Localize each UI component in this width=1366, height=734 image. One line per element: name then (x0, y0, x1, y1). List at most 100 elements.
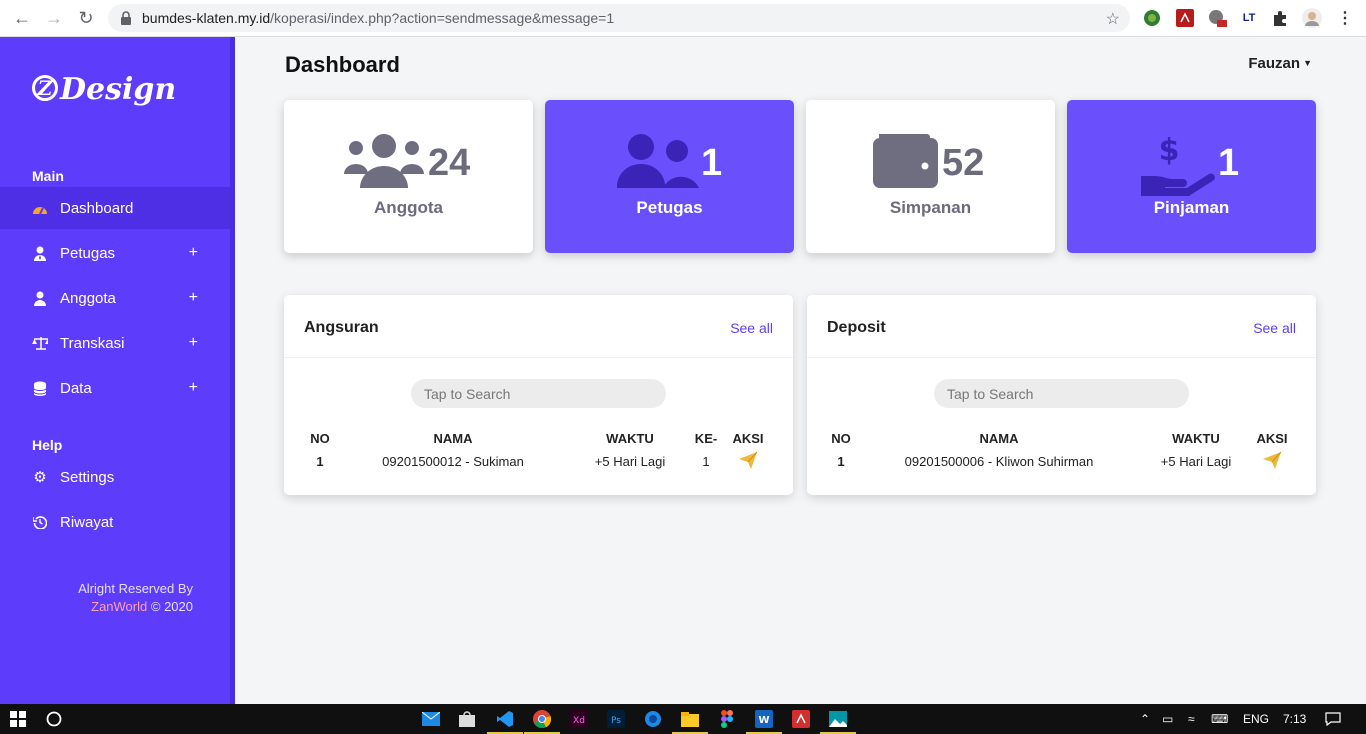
browser-toolbar: ← → ↻ bumdes-klaten.my.id/koperasi/index… (0, 0, 1366, 37)
reload-icon[interactable]: ↻ (70, 2, 102, 34)
column-header: NAMA (979, 431, 1019, 446)
extensions-puzzle-icon[interactable] (1270, 8, 1290, 28)
users-icon (344, 134, 424, 188)
hand-dollar-icon: $ (1141, 133, 1215, 196)
sidebar-item-anggota[interactable]: Anggota + (0, 277, 230, 319)
footer-year: © 2020 (150, 599, 193, 614)
expand-icon[interactable]: + (189, 244, 198, 262)
logo[interactable]: Z Design (32, 72, 176, 107)
expand-icon[interactable]: + (189, 334, 198, 352)
divider (807, 357, 1316, 358)
table-cell-no: 1 (837, 454, 845, 469)
mail-app-icon[interactable] (421, 709, 441, 729)
table-cell-waktu: +5 Hari Lagi (1160, 454, 1232, 469)
photoshop-app-icon[interactable]: Ps (606, 709, 626, 729)
history-icon (32, 514, 48, 530)
stat-label: Pinjaman (1153, 198, 1230, 217)
wifi-icon[interactable]: ≈ (1188, 712, 1195, 726)
column-header: NO (310, 431, 330, 446)
stat-label: Anggota (374, 198, 443, 217)
sidebar-item-label: Petugas (60, 244, 116, 262)
dashboard-icon (32, 200, 48, 216)
section-title-main: Main (32, 168, 64, 184)
sidebar-item-label: Anggota (60, 289, 116, 307)
deposit-panel: Deposit See all NO NAMA WAKTU AKSI 1 092… (807, 295, 1316, 495)
gear-icon: ⚙ (33, 469, 47, 486)
chrome-app-icon[interactable] (532, 709, 552, 729)
windows-start-icon[interactable] (8, 709, 28, 729)
photos-app-icon[interactable] (828, 709, 848, 729)
user-icon (32, 290, 48, 306)
sidebar-item-settings[interactable]: ⚙ Settings (0, 456, 230, 498)
sidebar-item-label: Dashboard (60, 199, 134, 217)
stat-card-pinjaman[interactable]: $ 1 Pinjaman (1067, 100, 1316, 253)
sidebar-footer: Alright Reserved By ZanWorld © 2020 (78, 580, 193, 616)
user-menu[interactable]: Fauzan ▼ (1248, 55, 1312, 72)
file-explorer-app-icon[interactable] (680, 709, 700, 729)
divider (284, 357, 793, 358)
table-cell-nama: 09201500012 - Sukiman (382, 454, 524, 469)
menu-dots-icon[interactable]: ⋮ (1335, 8, 1355, 28)
send-paper-plane-icon[interactable] (1263, 452, 1281, 469)
address-bar[interactable]: bumdes-klaten.my.id/koperasi/index.php?a… (108, 4, 1130, 32)
database-icon (32, 380, 48, 396)
see-all-link[interactable]: See all (730, 320, 773, 336)
sidebar-item-transkasi[interactable]: Transkasi + (0, 322, 230, 364)
notification-icon[interactable] (1325, 712, 1341, 729)
language-indicator[interactable]: ENG (1243, 712, 1269, 726)
extension-pdf-icon[interactable] (1175, 8, 1195, 28)
bookmark-star-icon[interactable]: ☆ (1106, 9, 1120, 29)
stat-value: 1 (701, 142, 723, 184)
cortana-search-icon[interactable] (44, 709, 64, 729)
acrobat-app-icon[interactable] (791, 709, 811, 729)
stat-value: 52 (942, 142, 985, 184)
store-app-icon[interactable] (457, 709, 477, 729)
url-text: bumdes-klaten.my.id/koperasi/index.php?a… (142, 10, 615, 26)
column-header: AKSI (1256, 431, 1288, 446)
footer-brand-link[interactable]: ZanWorld (91, 599, 147, 614)
wallet-icon (873, 134, 938, 188)
column-header: WAKTU (606, 431, 654, 446)
keyboard-icon[interactable]: ⌨ (1211, 712, 1228, 726)
tray-chevron-up-icon[interactable]: ⌃ (1140, 712, 1150, 726)
svg-text:Ps: Ps (611, 716, 621, 726)
sidebar-item-petugas[interactable]: Petugas + (0, 232, 230, 274)
extension-globe-icon[interactable] (1142, 8, 1162, 28)
sidebar-item-label: Settings (60, 468, 115, 486)
search-input[interactable] (411, 379, 666, 408)
sidebar-item-data[interactable]: Data + (0, 367, 230, 409)
forward-icon[interactable]: → (38, 2, 70, 34)
sidebar-item-dashboard[interactable]: Dashboard (0, 187, 230, 229)
search-input[interactable] (934, 379, 1189, 408)
figma-app-icon[interactable] (717, 709, 737, 729)
table-cell-nama: 09201500006 - Kliwon Suhirman (904, 454, 1094, 469)
send-paper-plane-icon[interactable] (739, 452, 757, 469)
svg-text:$: $ (1159, 133, 1180, 168)
sidebar-item-riwayat[interactable]: Riwayat (0, 501, 230, 543)
user-friends-icon (617, 134, 699, 188)
table-cell-no: 1 (316, 454, 324, 469)
taskbar: Xd Ps W ⌃ ▭ ≈ ⌨ ENG 7:13 (0, 704, 1366, 734)
extension-badge-icon[interactable] (1207, 8, 1227, 28)
sidebar-item-label: Data (60, 379, 92, 397)
stat-card-anggota[interactable]: 24 Anggota (284, 100, 533, 253)
expand-icon[interactable]: + (189, 379, 198, 397)
battery-icon[interactable]: ▭ (1162, 712, 1173, 726)
page-title: Dashboard (285, 52, 400, 77)
vscode-app-icon[interactable] (495, 709, 515, 729)
firefox-app-icon[interactable] (643, 709, 663, 729)
panel-title: Deposit (827, 319, 886, 336)
table-cell-ke: 1 (702, 454, 710, 469)
back-icon[interactable]: ← (6, 2, 38, 34)
profile-avatar-icon[interactable] (1302, 8, 1322, 28)
see-all-link[interactable]: See all (1253, 320, 1296, 336)
clock[interactable]: 7:13 (1283, 712, 1306, 726)
column-header: NO (831, 431, 851, 446)
stat-card-petugas[interactable]: 1 Petugas (545, 100, 794, 253)
svg-text:Xd: Xd (573, 716, 585, 726)
word-app-icon[interactable]: W (754, 709, 774, 729)
extension-lt-icon[interactable]: LT (1239, 8, 1259, 28)
expand-icon[interactable]: + (189, 289, 198, 307)
adobe-xd-app-icon[interactable]: Xd (569, 709, 589, 729)
stat-card-simpanan[interactable]: 52 Simpanan (806, 100, 1055, 253)
